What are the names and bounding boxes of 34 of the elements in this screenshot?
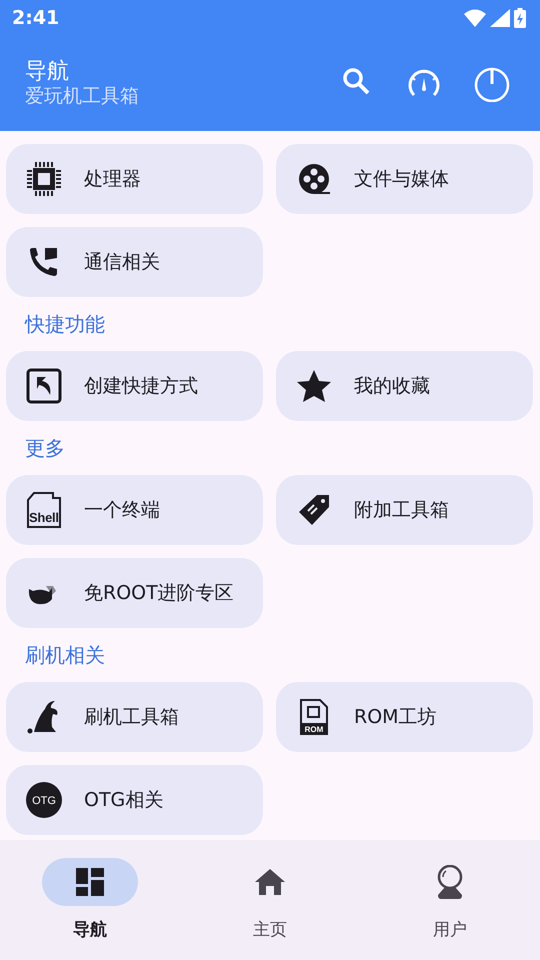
tool-card[interactable]: ROM ROM工坊	[276, 682, 533, 752]
battery-icon	[514, 8, 526, 28]
section-heading: 快捷功能	[25, 311, 105, 338]
tool-card[interactable]: 附加工具箱	[276, 475, 533, 545]
webcam-icon	[437, 865, 463, 899]
tool-card[interactable]: 刷机工具箱	[6, 682, 263, 752]
app-title: 导航	[25, 58, 70, 86]
tool-card[interactable]: 文件与媒体	[276, 144, 533, 214]
tool-card[interactable]: OTG OTG相关	[6, 765, 263, 835]
signal-icon	[490, 9, 510, 27]
dashboard-icon	[76, 868, 104, 896]
tool-card[interactable]: 处理器	[6, 144, 263, 214]
wifi-icon	[464, 9, 486, 27]
tool-card[interactable]: 我的收藏	[276, 351, 533, 421]
tool-card[interactable]: Shell 一个终端	[6, 475, 263, 545]
status-time: 2:41	[12, 6, 60, 31]
app-subtitle: 爱玩机工具箱	[25, 85, 139, 108]
otg-icon: OTG	[26, 782, 62, 818]
section-heading: 刷机相关	[25, 642, 105, 669]
power-icon	[474, 66, 510, 102]
star-icon	[296, 368, 332, 404]
nav-tab[interactable]: 导航	[0, 840, 180, 960]
tool-card[interactable]: 免ROOT进阶专区	[6, 558, 263, 628]
chip-icon	[26, 161, 62, 197]
tool-card[interactable]: 通信相关	[6, 227, 263, 297]
nav-tab[interactable]: 主页	[180, 840, 360, 960]
nav-tab[interactable]: 用户	[360, 840, 540, 960]
film-reel-icon	[296, 161, 332, 197]
search-icon	[341, 66, 371, 96]
section-heading: 更多	[25, 435, 65, 462]
shell-icon: Shell	[26, 492, 62, 528]
home-icon	[255, 869, 285, 895]
tool-card[interactable]: 创建快捷方式	[6, 351, 263, 421]
shortcut-icon	[26, 368, 62, 404]
